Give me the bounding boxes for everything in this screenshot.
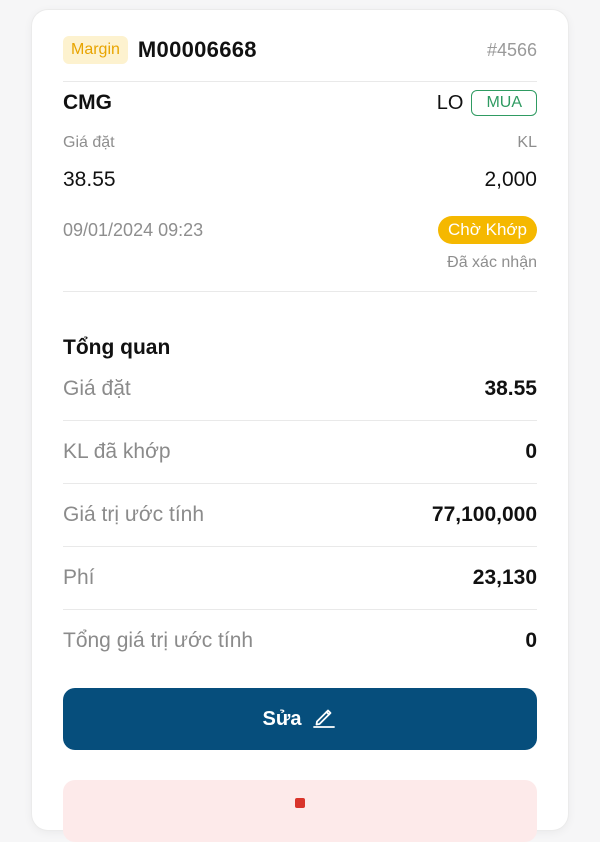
divider [63,291,537,292]
overview-row: Giá trị ước tính 77,100,000 [63,484,537,546]
overview-label: Giá đặt [63,377,131,400]
overview-value: 77,100,000 [431,503,537,526]
stock-symbol: CMG [63,91,112,114]
pencil-icon [311,703,337,735]
side-badge: MUA [471,90,537,116]
overview-row: Tổng giá trị ước tính 0 [63,610,537,672]
overview-label: KL đã khớp [63,440,171,463]
order-type: LO [436,91,464,114]
edit-button-label: Sửa [262,707,302,730]
price-qty-labels: Giá đặt KL [63,132,537,154]
cancel-order-button[interactable] [63,780,537,842]
price-label: Giá đặt [63,134,115,151]
qty-value: 2,000 [484,168,537,191]
divider [63,81,537,82]
overview-label: Giá trị ước tính [63,503,205,526]
price-value: 38.55 [63,168,116,191]
account-number: M00006668 [137,37,257,62]
status-badge: Chờ Khớp [438,216,537,244]
overview-row: KL đã khớp 0 [63,421,537,483]
account-type-badge: Margin [63,36,128,64]
overview-row: Giá đặt 38.55 [63,358,537,420]
overview-row: Phí 23,130 [63,547,537,609]
overview-title: Tổng quan [63,336,171,359]
order-id: #4566 [486,39,537,60]
overview-label: Phí [63,566,95,589]
confirmation-text: Đã xác nhận [447,254,537,271]
order-header: Margin M00006668 #4566 [63,34,537,66]
edit-order-button[interactable]: Sửa [63,688,537,750]
time-status-row: 09/01/2024 09:23 Chờ Khớp Đã xác nhận [63,216,537,271]
order-detail-card: Margin M00006668 #4566 CMG LO MUA Giá đặ… [32,10,568,842]
overview-label: Tổng giá trị ước tính [63,629,254,652]
overview-value: 23,130 [472,566,537,589]
qty-label: KL [517,134,537,151]
symbol-row: CMG LO MUA [63,88,537,118]
order-timestamp: 09/01/2024 09:23 [63,220,204,240]
overview-value: 0 [525,629,537,652]
overview-value: 38.55 [484,377,537,400]
overview-value: 0 [525,440,537,463]
price-qty-values: 38.55 2,000 [63,166,537,194]
